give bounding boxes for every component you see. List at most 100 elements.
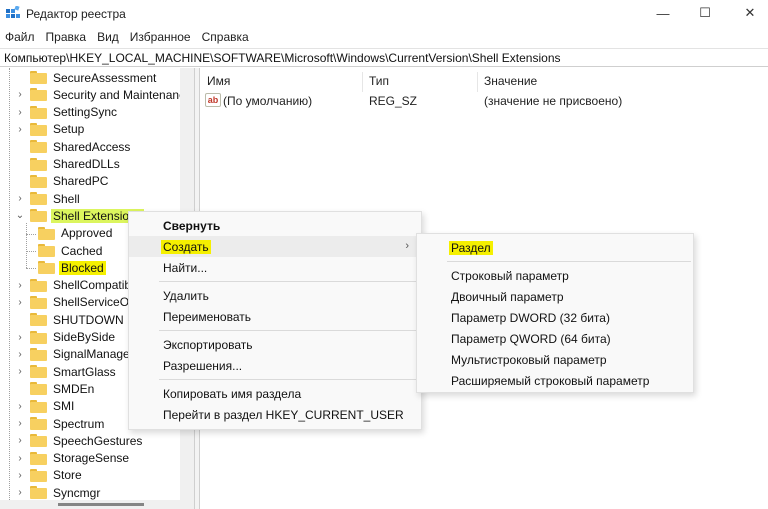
tree-item[interactable]: › SideBySide <box>14 329 117 346</box>
chevron-right-icon[interactable]: › <box>14 89 26 100</box>
folder-icon <box>30 382 47 396</box>
minimize-button[interactable]: — <box>648 3 678 23</box>
submenu-item[interactable]: Строковый параметр <box>417 265 693 286</box>
tree-horizontal-scroll-thumb[interactable] <box>58 503 144 506</box>
chevron-right-icon[interactable]: › <box>14 297 26 308</box>
column-header-name[interactable]: Имя <box>207 74 230 88</box>
list-row[interactable]: ab (По умолчанию) REG_SZ (значение не пр… <box>200 92 768 110</box>
submenu-item[interactable]: Раздел <box>417 237 693 258</box>
chevron-right-icon[interactable]: › <box>14 435 26 446</box>
tree-item[interactable]: Cached <box>30 242 104 259</box>
chevron-right-icon[interactable]: › <box>14 470 26 481</box>
column-header-value[interactable]: Значение <box>484 74 537 88</box>
tree-item[interactable]: › SmartGlass <box>14 363 118 380</box>
folder-icon <box>30 140 47 154</box>
menu-favorites[interactable]: Избранное <box>125 28 197 48</box>
maximize-button[interactable]: ☐ <box>690 3 720 23</box>
tree-item-label: SMDEn <box>53 381 95 396</box>
submenu-item[interactable]: Расширяемый строковый параметр <box>417 370 693 391</box>
folder-icon <box>38 244 55 257</box>
menu-item-label: Создать <box>161 240 211 254</box>
folder-icon <box>30 434 47 448</box>
menu-help[interactable]: Справка <box>197 28 255 48</box>
close-button[interactable]: ✕ <box>735 3 765 23</box>
menu-item-label: Строковый параметр <box>451 269 569 283</box>
menu-item-label: Копировать имя раздела <box>163 387 302 401</box>
chevron-down-icon[interactable]: ⌄ <box>14 210 26 221</box>
tree-item-label: SideBySide <box>53 330 116 344</box>
tree-item[interactable]: SharedDLLs <box>14 156 122 173</box>
chevron-right-icon[interactable]: › <box>14 107 26 118</box>
tree-item[interactable]: SharedAccess <box>14 138 132 155</box>
tree-item[interactable]: › Shell <box>14 190 82 207</box>
value-name: (По умолчанию) <box>223 94 313 108</box>
chevron-right-icon[interactable]: › <box>14 280 26 291</box>
menu-separator <box>159 281 419 282</box>
menu-edit[interactable]: Правка <box>41 28 93 48</box>
context-menu-item[interactable]: Удалить <box>129 285 421 306</box>
chevron-right-icon[interactable]: › <box>14 487 26 498</box>
submenu-item[interactable]: Параметр DWORD (32 бита) <box>417 307 693 328</box>
chevron-right-icon[interactable]: › <box>14 453 26 464</box>
tree-guide-line <box>26 222 27 268</box>
menu-item-label: Найти... <box>163 261 208 275</box>
context-menu-item[interactable]: Найти... <box>129 257 421 278</box>
chevron-right-icon[interactable]: › <box>14 366 26 377</box>
tree-item[interactable]: › Setup <box>14 121 86 138</box>
context-menu-item[interactable]: Экспортировать <box>129 334 421 355</box>
tree-item[interactable]: SHUTDOWN <box>14 311 126 328</box>
tree-item-label: Security and Maintenance <box>53 87 192 102</box>
chevron-right-icon[interactable]: › <box>14 124 26 135</box>
tree-item[interactable]: › SignalManager <box>14 346 136 363</box>
tree-item[interactable]: › Syncmgr <box>14 484 102 500</box>
tree-item-label: Shell <box>53 191 80 206</box>
tree-item[interactable]: SMDEn <box>14 380 96 397</box>
menu-item-label: Разрешения... <box>163 359 243 373</box>
tree-item[interactable]: › SettingSync <box>14 104 119 121</box>
tree-item[interactable]: Approved <box>30 225 114 242</box>
chevron-right-icon[interactable]: › <box>14 332 26 343</box>
chevron-right-icon[interactable]: › <box>14 193 26 204</box>
context-menu-item[interactable]: Создать › <box>129 236 421 257</box>
tree-item[interactable]: › SpeechGestures <box>14 432 144 449</box>
chevron-right-icon[interactable]: › <box>14 418 26 429</box>
tree-item[interactable]: › StorageSense <box>14 450 131 467</box>
menu-separator <box>159 379 419 380</box>
folder-icon <box>30 71 47 84</box>
column-separator[interactable] <box>477 72 478 92</box>
value-type: REG_SZ <box>369 94 418 108</box>
address-bar[interactable]: Компьютер\HKEY_LOCAL_MACHINE\SOFTWARE\Mi… <box>0 48 768 67</box>
context-menu-item[interactable]: Свернуть <box>129 215 421 236</box>
column-header-type[interactable]: Тип <box>369 74 389 88</box>
tree-item[interactable]: ⌄ Shell Extensions <box>14 207 144 224</box>
context-menu-item[interactable]: Копировать имя раздела <box>129 383 421 404</box>
menu-item-label: Перейти в раздел HKEY_CURRENT_USER <box>163 408 404 422</box>
menu-item-label: Расширяемый строковый параметр <box>451 374 650 388</box>
tree-item[interactable]: Blocked <box>30 259 106 276</box>
chevron-right-icon[interactable]: › <box>14 349 26 360</box>
chevron-right-icon[interactable]: › <box>14 401 26 412</box>
tree-item[interactable]: › SMI <box>14 398 76 415</box>
context-menu-item[interactable]: Переименовать <box>129 306 421 327</box>
folder-icon <box>30 313 47 327</box>
menu-view[interactable]: Вид <box>92 28 125 48</box>
tree-item[interactable]: SecureAssessment <box>14 69 158 86</box>
tree-item-label: Store <box>53 468 82 483</box>
tree-item[interactable]: › Store <box>14 467 84 484</box>
tree-item[interactable]: › Spectrum <box>14 415 106 432</box>
column-separator[interactable] <box>362 72 363 92</box>
create-submenu: Раздел Строковый параметр Двоичный парамет… <box>416 233 694 393</box>
folder-icon <box>38 261 55 275</box>
submenu-item[interactable]: Параметр QWORD (64 бита) <box>417 328 693 349</box>
menu-separator <box>159 330 419 331</box>
close-icon: ✕ <box>744 5 756 20</box>
context-menu-item[interactable]: Разрешения... <box>129 355 421 376</box>
submenu-item[interactable]: Мультистроковый параметр <box>417 349 693 370</box>
folder-icon <box>30 174 47 188</box>
menu-file[interactable]: Файл <box>0 28 41 48</box>
context-menu-item[interactable]: Перейти в раздел HKEY_CURRENT_USER <box>129 404 421 425</box>
submenu-item[interactable]: Двоичный параметр <box>417 286 693 307</box>
tree-item[interactable]: SharedPC <box>14 173 110 190</box>
tree-item-label: SecureAssessment <box>53 70 157 85</box>
tree-item[interactable]: › Security and Maintenance <box>14 86 193 103</box>
